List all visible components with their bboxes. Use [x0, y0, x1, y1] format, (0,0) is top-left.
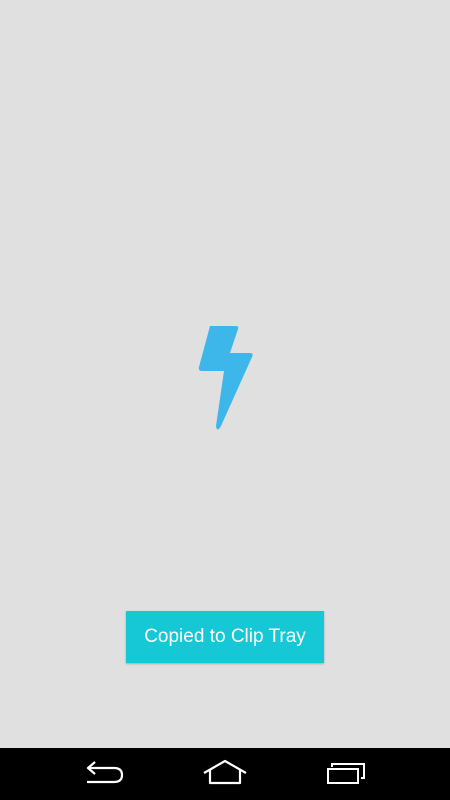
clip-tray-toast: Copied to Clip Tray: [126, 611, 324, 663]
back-button[interactable]: [58, 748, 148, 800]
main-screen: Copied to Clip Tray: [0, 0, 450, 748]
recent-apps-button[interactable]: [302, 748, 392, 800]
back-icon: [86, 761, 124, 784]
home-icon: [203, 759, 247, 785]
recent-apps-icon: [327, 763, 365, 784]
lightning-bolt-icon: [198, 326, 253, 430]
system-navigation-bar: [0, 748, 450, 800]
toast-message: Copied to Clip Tray: [144, 626, 306, 647]
home-button[interactable]: [180, 748, 270, 800]
